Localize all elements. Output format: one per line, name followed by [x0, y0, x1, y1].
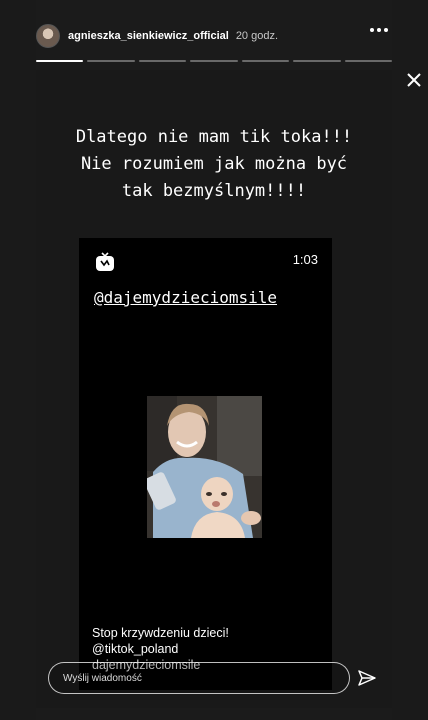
progress-segment — [87, 60, 135, 62]
story-header: agnieszka_sienkiewicz_official 20 godz. — [36, 22, 392, 50]
shared-video[interactable]: 1:03 @dajemydzieciomsile Stop krzywdzeni… — [79, 238, 332, 690]
post-time: 20 godz. — [235, 30, 279, 42]
progress-segment — [36, 60, 84, 62]
progress-segment — [344, 60, 392, 62]
video-handle[interactable]: @dajemydzieciomsile — [94, 288, 277, 307]
progress-segment — [190, 60, 238, 62]
progress-segment — [138, 60, 187, 62]
igtv-icon — [96, 252, 114, 271]
avatar[interactable] — [36, 24, 60, 48]
close-icon[interactable] — [406, 72, 422, 88]
progress-segment — [241, 60, 290, 62]
more-options-icon[interactable] — [370, 28, 388, 32]
send-icon[interactable] — [357, 668, 377, 688]
reply-placeholder: Wyślij wiadomość — [63, 672, 142, 684]
video-description-line: Stop krzywdzeniu dzieci! — [92, 626, 229, 640]
story-caption: Dlatego nie mam tik toka!!! Nie rozumiem… — [75, 127, 353, 201]
video-tiktok-handle: @tiktok_poland — [92, 642, 179, 656]
username[interactable]: agnieszka_sienkiewicz_official — [68, 30, 229, 42]
progress-segment — [293, 60, 341, 62]
story-progress-bar — [36, 60, 392, 62]
video-duration: 1:03 — [292, 252, 318, 267]
reply-input[interactable]: Wyślij wiadomość — [48, 662, 350, 694]
video-thumbnail — [147, 396, 262, 538]
